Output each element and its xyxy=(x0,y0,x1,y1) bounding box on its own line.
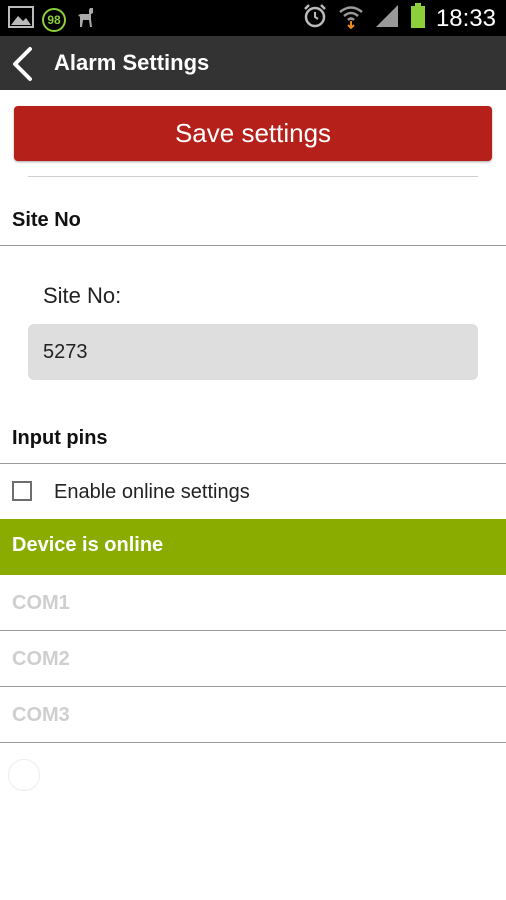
com-port-row[interactable]: COM2 xyxy=(0,632,506,687)
save-settings-button[interactable]: Save settings xyxy=(14,106,492,161)
site-no-input[interactable]: 5273 xyxy=(28,324,478,380)
image-icon xyxy=(8,6,34,33)
com-port-row[interactable]: COM3 xyxy=(0,688,506,743)
com-port-row[interactable]: COM1 xyxy=(0,576,506,631)
status-bar: 98 18:33 xyxy=(0,0,506,36)
row-divider xyxy=(0,630,506,631)
wifi-icon xyxy=(338,3,364,34)
device-online-text: Device is online xyxy=(12,534,164,556)
com-port-label: COM2 xyxy=(12,648,70,670)
divider xyxy=(28,176,478,177)
input-pins-title: Input pins xyxy=(12,427,108,449)
enable-online-label[interactable]: Enable online settings xyxy=(54,481,250,504)
battery-percent-badge: 98 xyxy=(42,7,66,32)
page-title: Alarm Settings xyxy=(54,50,210,75)
row-divider xyxy=(0,742,506,743)
site-section-title: Site No xyxy=(12,209,81,231)
section-divider xyxy=(0,463,506,464)
clock-time: 18:33 xyxy=(435,4,496,32)
back-arrow-icon[interactable] xyxy=(10,46,36,82)
battery-icon xyxy=(410,3,426,34)
site-no-label: Site No: xyxy=(43,283,122,308)
com-port-label: COM1 xyxy=(12,592,70,614)
notification-icons: 98 xyxy=(8,5,98,34)
alarm-clock-icon xyxy=(302,3,328,34)
signal-icon xyxy=(374,4,400,33)
enable-online-checkbox[interactable] xyxy=(12,481,32,501)
loading-spinner-icon xyxy=(8,759,40,791)
alpaca-icon xyxy=(74,5,98,34)
com-port-label: COM3 xyxy=(12,704,70,726)
action-bar: Alarm Settings xyxy=(0,36,506,90)
section-divider xyxy=(0,245,506,246)
system-icons: 18:33 xyxy=(302,3,496,34)
device-online-banner: Device is online xyxy=(0,519,506,575)
row-divider xyxy=(0,686,506,687)
